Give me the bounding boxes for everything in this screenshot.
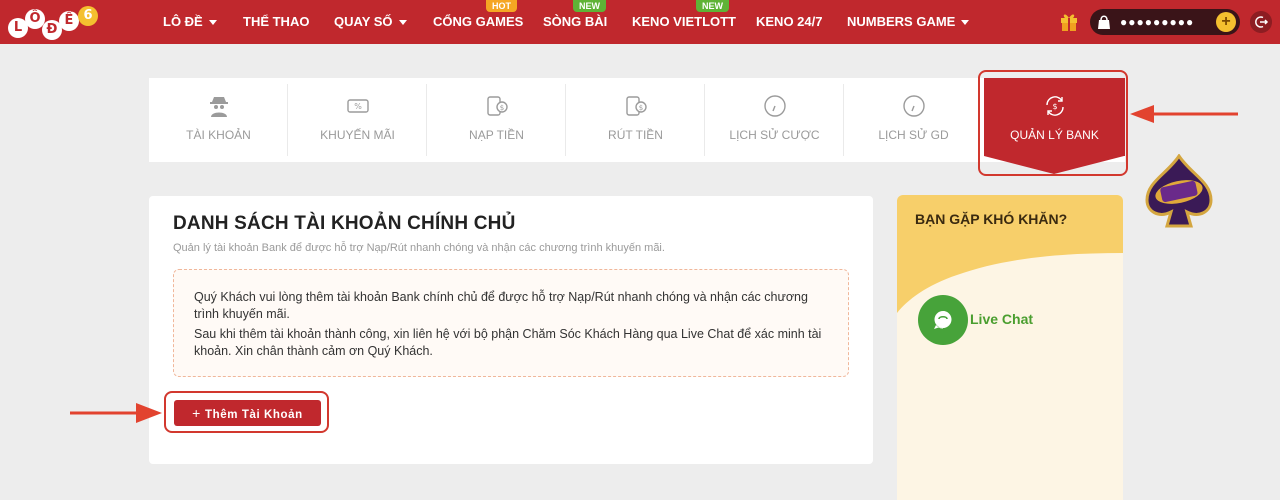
highlight-frame-button <box>164 391 329 433</box>
chevron-down-icon <box>398 20 407 26</box>
nav-numbers-game[interactable]: NUMBERS GAME <box>847 0 970 44</box>
clock-icon <box>764 95 786 117</box>
chevron-down-icon <box>961 20 970 26</box>
nav-label: CỔNG GAMES <box>433 14 524 29</box>
mini-game-spade-icon[interactable] <box>1141 154 1217 230</box>
nav-label: LÔ ĐỀ <box>163 14 203 29</box>
svg-text:$: $ <box>500 104 504 112</box>
withdraw-icon: $ <box>626 96 647 116</box>
svg-text:$: $ <box>639 104 643 112</box>
wallet-balance[interactable]: ●●●●●●●●● + <box>1090 9 1240 35</box>
live-chat-button[interactable] <box>918 295 968 345</box>
deposit-icon: $ <box>487 96 508 116</box>
nav-quay-so[interactable]: QUAY SỐ <box>334 0 407 44</box>
svg-text:%: % <box>354 102 362 111</box>
deposit-plus-button[interactable]: + <box>1216 12 1236 32</box>
user-spy-icon <box>210 97 228 117</box>
page-title: DANH SÁCH TÀI KHOẢN CHÍNH CHỦ <box>173 213 516 234</box>
nav-keno-247[interactable]: KENO 24/7 <box>756 0 822 44</box>
arrow-left-icon <box>1130 105 1238 123</box>
tab-rut-tien[interactable]: $ RÚT TIỀN <box>566 78 705 162</box>
arrow-right-icon <box>70 403 162 423</box>
tab-tai-khoan[interactable]: TÀI KHOẢN <box>149 78 288 162</box>
gift-icon[interactable] <box>1060 12 1078 32</box>
nav-label: QUAY SỐ <box>334 14 393 29</box>
help-card: BẠN GẶP KHÓ KHĂN? Live Chat <box>897 195 1123 500</box>
nav-label: NUMBERS GAME <box>847 14 956 29</box>
tab-label: NẠP TIỀN <box>469 128 524 142</box>
tab-label: LỊCH SỬ GD <box>878 128 949 142</box>
chevron-down-icon <box>208 20 217 26</box>
clock-icon <box>903 95 925 117</box>
tab-nap-tien[interactable]: $ NẠP TIỀN <box>427 78 566 162</box>
hot-badge: HOT <box>486 0 517 12</box>
tab-lich-su-cuoc[interactable]: LỊCH SỬ CƯỢC <box>705 78 844 162</box>
nav-label: SÒNG BÀI <box>543 14 608 29</box>
tab-label: LỊCH SỬ CƯỢC <box>729 128 820 142</box>
promo-ticket-icon: % <box>347 99 369 113</box>
help-title: BẠN GẶP KHÓ KHĂN? <box>915 211 1068 227</box>
site-logo[interactable]: L Ô Đ Ề 6 <box>8 4 98 40</box>
nav-label: KENO VIETLOTT <box>632 14 736 29</box>
tab-khuyen-mai[interactable]: % KHUYẾN MÃI <box>288 78 427 162</box>
top-nav-bar: L Ô Đ Ề 6 LÔ ĐỀ THỂ THAO QUAY SỐ CỔNG GA… <box>0 0 1280 44</box>
logo-letter: 6 <box>78 6 98 26</box>
highlight-frame-tab <box>978 70 1128 176</box>
nav-label: KENO 24/7 <box>756 14 823 29</box>
live-chat-label[interactable]: Live Chat <box>970 311 1033 327</box>
tab-label: TÀI KHOẢN <box>186 128 251 142</box>
new-badge: NEW <box>573 0 606 12</box>
tab-label: KHUYẾN MÃI <box>320 128 395 142</box>
nav-label: THỂ THAO <box>243 14 310 29</box>
tab-lich-su-gd[interactable]: LỊCH SỬ GD <box>844 78 983 162</box>
wallet-icon <box>1098 15 1110 29</box>
new-badge: NEW <box>696 0 729 12</box>
nav-the-thao[interactable]: THỂ THAO <box>243 0 309 44</box>
nav-lo-de[interactable]: LÔ ĐỀ <box>163 0 217 44</box>
tab-label: RÚT TIỀN <box>608 128 663 142</box>
balance-masked: ●●●●●●●●● <box>1120 15 1195 29</box>
notice-text: Quý Khách vui lòng thêm tài khoản Bank c… <box>194 290 808 321</box>
notice-text: Sau khi thêm tài khoản thành công, xin l… <box>194 327 822 358</box>
notice-box: Quý Khách vui lòng thêm tài khoản Bank c… <box>173 269 849 377</box>
chat-bubble-icon <box>934 311 952 329</box>
page-subtitle: Quản lý tài khoản Bank để được hỗ trợ Nạ… <box>173 242 665 254</box>
logout-icon[interactable] <box>1250 11 1272 33</box>
logo-letter: Ề <box>59 11 79 31</box>
